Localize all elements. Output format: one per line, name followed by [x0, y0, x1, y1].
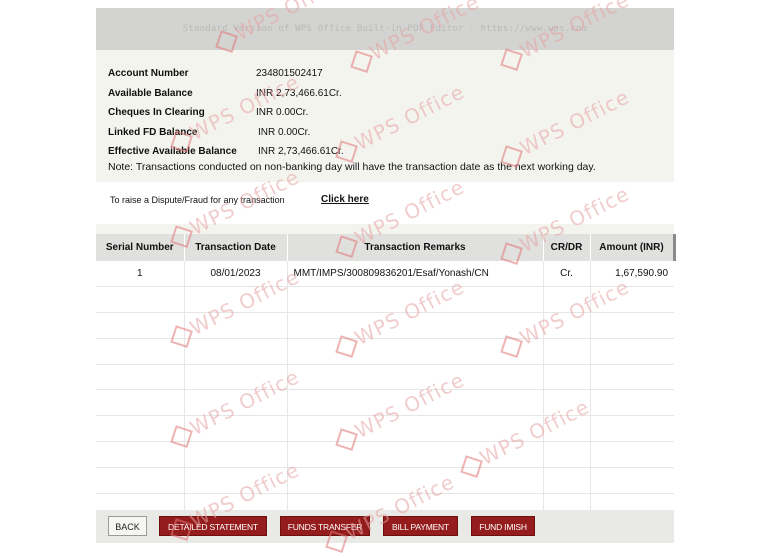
table-header-row: Serial Number Transaction Date Transacti…	[96, 234, 676, 261]
empty-cell	[96, 286, 185, 313]
cell-serial: 1	[96, 261, 185, 287]
fund-imish-button[interactable]: FUND IMISH	[471, 516, 535, 536]
account-statement-panel: Standard Version of WPS Office Built-in …	[96, 8, 676, 543]
header-cr-dr: CR/DR	[543, 234, 591, 261]
header-amount: Amount (INR)	[590, 234, 676, 261]
table-row: 1 08/01/2023 MMT/IMPS/300809836201/Esaf/…	[96, 261, 674, 287]
empty-cell	[96, 467, 185, 495]
empty-row	[96, 338, 674, 365]
back-button[interactable]: BACK	[108, 516, 147, 536]
cell-amount: 1,67,590.90	[590, 261, 674, 287]
empty-cell	[590, 286, 674, 313]
empty-cell	[96, 389, 185, 417]
empty-row	[96, 415, 674, 443]
linked-fd-value: INR 0.00Cr.	[258, 126, 311, 138]
empty-row	[96, 467, 674, 495]
empty-cell	[184, 364, 288, 391]
banner-text: Standard Version of WPS Office Built-in …	[182, 24, 588, 34]
empty-cell	[96, 441, 185, 469]
cell-cr-dr: Cr.	[543, 261, 591, 287]
account-number-label: Account Number	[108, 68, 189, 79]
empty-cell	[184, 467, 288, 495]
empty-cell	[96, 364, 185, 391]
empty-cell	[287, 389, 544, 417]
empty-cell	[543, 338, 591, 365]
empty-cell	[287, 441, 544, 469]
empty-cell	[543, 364, 591, 391]
empty-cell	[543, 389, 591, 417]
empty-row	[96, 441, 674, 469]
header-transaction-remarks: Transaction Remarks	[287, 234, 544, 261]
bill-payment-button[interactable]: BILL PAYMENT	[383, 516, 458, 536]
pdf-editor-banner: Standard Version of WPS Office Built-in …	[96, 8, 674, 50]
empty-cell	[287, 338, 544, 365]
empty-cell	[590, 364, 674, 391]
dispute-text: To raise a Dispute/Fraud for any transac…	[110, 195, 285, 205]
empty-cell	[287, 286, 544, 313]
empty-cell	[590, 389, 674, 417]
empty-cell	[543, 286, 591, 313]
empty-cell	[96, 312, 185, 339]
empty-cell	[184, 338, 288, 365]
transactions-table: Serial Number Transaction Date Transacti…	[96, 234, 676, 520]
available-balance-label: Available Balance	[108, 87, 193, 99]
empty-cell	[543, 441, 591, 469]
empty-cell	[590, 415, 674, 443]
cell-remarks: MMT/IMPS/300809836201/Esaf/Yonash/CN	[287, 261, 544, 287]
empty-cell	[590, 338, 674, 365]
empty-cell	[590, 312, 674, 339]
account-number-value: 234801502417	[256, 68, 323, 79]
empty-cell	[287, 467, 544, 495]
empty-cell	[287, 312, 544, 339]
empty-cell	[96, 415, 185, 443]
empty-cell	[184, 441, 288, 469]
empty-row	[96, 286, 674, 313]
header-transaction-date: Transaction Date	[184, 234, 288, 261]
empty-row	[96, 364, 674, 391]
header-serial-number: Serial Number	[96, 234, 185, 261]
empty-cell	[543, 467, 591, 495]
available-balance-value: INR 2,73,466.61Cr.	[256, 87, 342, 99]
effective-balance-label: Effective Available Balance	[108, 146, 237, 157]
empty-cell	[590, 467, 674, 495]
empty-cell	[184, 286, 288, 313]
empty-row	[96, 312, 674, 339]
empty-cell	[287, 415, 544, 443]
funds-transfer-button[interactable]: FUNDS TRANSFER	[280, 516, 370, 536]
dispute-click-here-link[interactable]: Click here	[321, 194, 369, 205]
cheques-clearing-label: Cheques In Clearing	[108, 107, 205, 118]
empty-cell	[543, 312, 591, 339]
empty-cell	[184, 389, 288, 417]
empty-cell	[184, 415, 288, 443]
empty-cell	[287, 364, 544, 391]
linked-fd-label: Linked FD Balance	[108, 126, 198, 138]
empty-cell	[590, 441, 674, 469]
empty-cell	[184, 312, 288, 339]
empty-row	[96, 389, 674, 417]
cheques-clearing-value: INR 0.00Cr.	[256, 107, 309, 118]
empty-cell	[96, 338, 185, 365]
effective-balance-value: INR 2,73,466.61Cr.	[258, 146, 344, 157]
empty-cell	[543, 415, 591, 443]
cell-date: 08/01/2023	[184, 261, 288, 287]
non-banking-day-note: Note: Transactions conducted on non-bank…	[108, 161, 596, 173]
detailed-statement-button[interactable]: DETAILED STATEMENT	[159, 516, 267, 536]
